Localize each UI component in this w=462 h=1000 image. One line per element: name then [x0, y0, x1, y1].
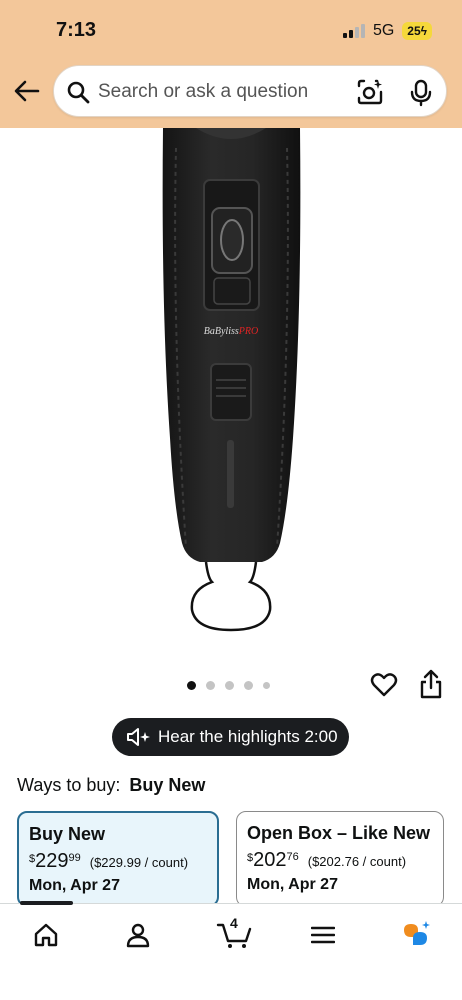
- heart-icon[interactable]: [370, 671, 398, 699]
- option-title: Open Box – Like New: [247, 823, 431, 843]
- buy-option-open-box[interactable]: Open Box – Like New $ 202 76 ($202.76 / …: [236, 811, 444, 907]
- carousel-dot[interactable]: [187, 681, 196, 690]
- status-indicators: 5G 25ϟ: [342, 22, 432, 40]
- ways-to-buy: Ways to buy: Buy New: [17, 775, 205, 796]
- top-header: 7:13 5G 25ϟ Search or ask a question: [0, 0, 462, 128]
- active-tab-indicator: [20, 901, 73, 905]
- battery-indicator: 25ϟ: [402, 22, 432, 40]
- search-bar[interactable]: Search or ask a question: [53, 65, 447, 117]
- carousel-dot[interactable]: [225, 681, 234, 690]
- search-input[interactable]: Search or ask a question: [98, 81, 308, 103]
- product-image[interactable]: BaBylissPRO: [0, 128, 462, 668]
- carousel-dot[interactable]: [263, 682, 270, 689]
- carousel-dot[interactable]: [244, 681, 253, 690]
- nav-account[interactable]: [118, 918, 158, 952]
- delivery-date: Mon, Apr 27: [247, 876, 338, 893]
- option-price: $ 229 99 ($229.99 / count): [29, 851, 207, 871]
- hear-highlights-button[interactable]: Hear the highlights 2:00: [112, 718, 349, 756]
- image-carousel-dots[interactable]: [187, 681, 270, 690]
- brand-logo-text: BaByliss: [204, 326, 239, 337]
- battery-level: 25: [407, 24, 421, 38]
- ways-to-buy-label: Ways to buy:: [17, 775, 121, 795]
- nav-rufus[interactable]: [396, 918, 436, 952]
- status-time: 7:13: [56, 19, 97, 41]
- carousel-dot[interactable]: [206, 681, 215, 690]
- search-icon: [67, 81, 90, 104]
- home-icon: [34, 923, 58, 947]
- hair-clipper-image: BaBylissPRO: [162, 128, 301, 632]
- share-icon[interactable]: [418, 669, 444, 699]
- brand-logo: BaBylissPRO: [204, 326, 258, 337]
- brand-logo-suffix: PRO: [238, 326, 258, 337]
- microphone-icon[interactable]: [410, 79, 432, 107]
- speaker-sparkle-icon: [127, 728, 150, 746]
- highlights-label: Hear the highlights 2:00: [158, 727, 338, 746]
- bottom-navigation: 4: [0, 901, 462, 1000]
- nav-menu[interactable]: [303, 918, 343, 952]
- signal-icon: [342, 24, 365, 38]
- charging-bolt-icon: ϟ: [420, 24, 427, 38]
- rufus-icon: [404, 921, 430, 945]
- account-icon: [126, 923, 150, 948]
- unit-price: ($229.99 / count): [89, 855, 189, 870]
- price-cents: 76: [286, 851, 299, 863]
- option-title: Buy New: [29, 824, 106, 844]
- price-cents: 99: [68, 852, 81, 864]
- network-label: 5G: [372, 22, 395, 39]
- cart-count: 4: [230, 915, 238, 931]
- camera-search-icon[interactable]: [356, 78, 384, 106]
- delivery-date: Mon, Apr 27: [29, 877, 120, 894]
- ways-to-buy-selected: Buy New: [129, 775, 206, 795]
- unit-price: ($202.76 / count): [307, 854, 407, 869]
- price-whole: 202: [253, 849, 287, 871]
- nav-cart[interactable]: 4: [212, 915, 256, 952]
- option-price: $ 202 76 ($202.76 / count): [247, 850, 433, 870]
- price-whole: 229: [35, 850, 69, 872]
- menu-icon: [311, 926, 335, 944]
- back-arrow-icon[interactable]: [14, 78, 40, 104]
- buy-option-new[interactable]: Buy New $ 229 99 ($229.99 / count) Mon, …: [17, 811, 219, 907]
- nav-home[interactable]: [26, 918, 66, 952]
